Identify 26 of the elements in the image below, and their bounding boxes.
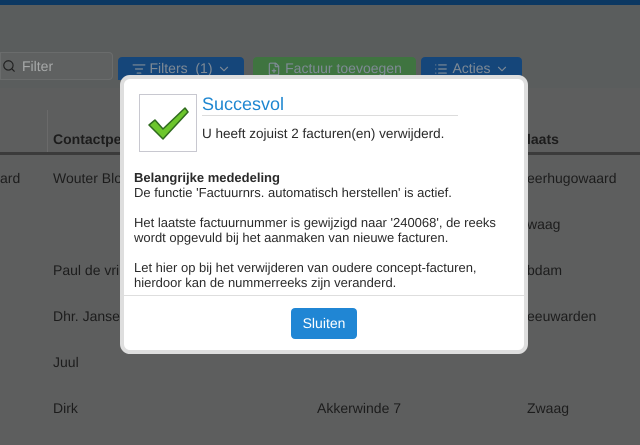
table-cell-text: Dhr. Janse: [53, 306, 120, 326]
table-cell-text: ard: [0, 168, 20, 188]
notice-text: Let hier op bij het verwijderen van oudere concept-facturen, hierdoor kan de nummerreeks zijn veranderd.: [134, 260, 478, 290]
notice-text: De functie 'Factuurnrs. automatisch herstellen' is actief.: [134, 185, 453, 200]
table-cell-text: laats: [527, 130, 559, 149]
table-cell-text: Paul de vri: [53, 260, 120, 280]
filter-icon: [132, 62, 146, 76]
table-cell-text: waag: [527, 214, 560, 234]
table-cell-text: Akkerwinde 7: [317, 398, 402, 418]
search-icon: [2, 59, 16, 73]
notice-heading: Belangrijke mededeling: [134, 170, 281, 185]
table-cell-text: eerhugowaard: [527, 168, 617, 188]
dialog-message: U heeft zojuist 2 facturen(en) verwijderd.: [202, 125, 446, 143]
table-cell-text: eeuwarden: [527, 306, 596, 326]
table-cell-text: Juul: [53, 352, 79, 372]
file-plus-icon: [267, 62, 282, 76]
close-button[interactable]: Sluiten: [291, 308, 357, 338]
table-cell-text: bdam: [527, 260, 562, 280]
table-cell-text: Zwaag: [527, 398, 570, 418]
checkmark-icon: [139, 94, 197, 152]
table-cell-text: Dirk: [53, 398, 78, 418]
list-icon: [434, 62, 448, 76]
filter-field[interactable]: Filter: [0, 52, 113, 80]
table-cell-text: Contactpe: [53, 130, 122, 149]
notice-text: Het laatste factuurnummer is gewijzigd naar '240068', de reeks wordt opgevuld bij het aanmaken van nieuwe facturen.: [134, 215, 497, 245]
dialog-title: Succesvol: [202, 94, 458, 116]
